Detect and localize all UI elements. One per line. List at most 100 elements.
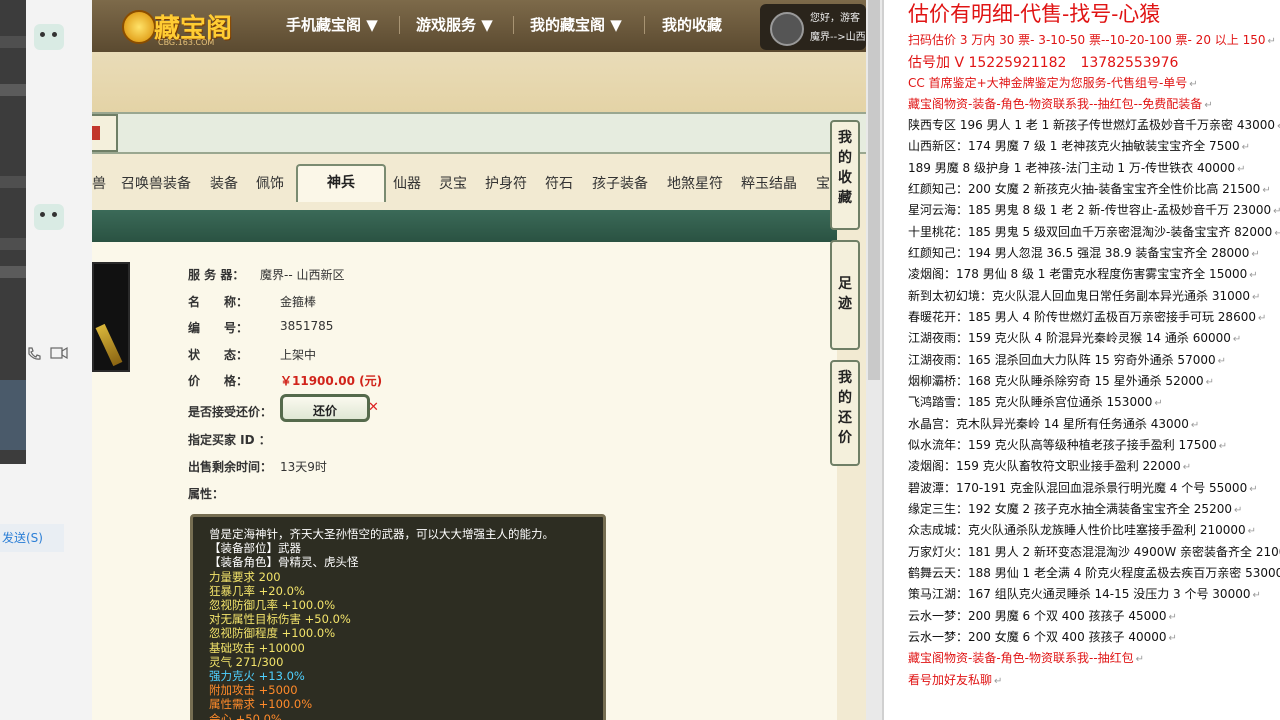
counter-offer-button[interactable]: 还价: [280, 394, 370, 422]
server-breadcrumb[interactable]: 魔界-->山西: [810, 28, 866, 43]
staff-icon: [95, 323, 123, 367]
chat-row: [0, 84, 26, 96]
paragraph-mark-icon: ↵: [1205, 377, 1214, 388]
document-line: 众志成城：克火队通杀队龙族睡人性价比哇塞接手盈利 210000 ↵: [908, 523, 1257, 537]
banner: [92, 52, 866, 112]
document-line: 新到太初幻境：克火队混人回血鬼日常任务副本异光通杀 31000 ↵: [908, 289, 1261, 303]
document-line: 看号加好友私聊 ↵: [908, 673, 1003, 687]
nav-divider: [399, 16, 400, 34]
item-image: [92, 262, 130, 372]
paragraph-mark-icon: ↵: [1241, 142, 1250, 153]
attributes-label: 属性：: [188, 487, 225, 501]
paragraph-mark-icon: ↵: [1249, 484, 1258, 495]
nav-mobile-cbg[interactable]: 手机藏宝阁 ▼: [286, 14, 378, 35]
tab-immortal-item[interactable]: 仙器: [393, 173, 421, 193]
paragraph-mark-icon: ↵: [1190, 420, 1200, 431]
attribute-line: 灵气 271/300: [209, 654, 284, 669]
my-counter-offers-button[interactable]: 我的还价: [830, 360, 860, 466]
scrollbar-thumb[interactable]: [868, 0, 880, 380]
attribute-line: 曾是定海神针，齐天大圣孙悟空的武器，可以大大增强主人的能力。: [209, 527, 554, 541]
side-float-buttons: 我的收藏 足迹 我的还价: [830, 118, 866, 468]
attribute-line: 附加攻击 +5000: [209, 683, 298, 698]
video-icon[interactable]: [50, 346, 68, 360]
name-value: 金箍棒: [280, 295, 317, 309]
tab-accessory[interactable]: 佩饰: [256, 173, 284, 193]
tab-amulet[interactable]: 护身符: [485, 173, 527, 193]
document-line: 十里桃花：185 男鬼 5 级双回血千万亲密混淘沙-装备宝宝齐 82000↵: [908, 223, 1280, 240]
cbg-logo[interactable]: 藏宝阁 CBG.163.COM: [122, 6, 242, 47]
document-line: CC 首席鉴定+大神金牌鉴定为您服务-代售组号-单号 ↵: [908, 76, 1198, 90]
document-line: 江湖夜雨：165 混杀回血大力队阵 15 穷奇外通杀 57000 ↵: [908, 353, 1226, 367]
game-page: 藏宝阁 CBG.163.COM 手机藏宝阁 ▼ 游戏服务 ▼ 我的藏宝阁 ▼ 我…: [92, 0, 866, 720]
paragraph-mark-icon: ↵: [1217, 356, 1226, 367]
paragraph-mark-icon: ↵: [1168, 633, 1177, 644]
footprint-button[interactable]: 足迹: [830, 240, 860, 350]
avatar[interactable]: [34, 24, 64, 50]
attribute-line: 力量要求 200: [209, 569, 281, 584]
paragraph-mark-icon: ↵: [1135, 654, 1145, 665]
paragraph-mark-icon: ↵: [1257, 313, 1267, 324]
send-button[interactable]: 发送(S): [0, 524, 64, 552]
server-value: 魔界-- 山西新区: [260, 268, 345, 282]
phone-icon[interactable]: [26, 346, 42, 362]
nav-divider: [513, 16, 514, 34]
paragraph-mark-icon: ↵: [1189, 79, 1198, 90]
document-line: 策马江湖：167 组队克火通灵睡杀 14-15 没压力 3 个号 30000 ↵: [908, 587, 1261, 601]
paragraph-mark-icon: ↵: [1233, 505, 1243, 516]
paragraph-mark-icon: ↵: [1154, 398, 1163, 409]
avatar[interactable]: [34, 204, 64, 230]
seal-decoration: [92, 126, 100, 140]
paragraph-mark-icon: ↵: [1249, 270, 1258, 281]
document-line: 山西新区：174 男魔 7 级 1 老神孩克火抽敏装宝宝齐全 7500 ↵: [908, 139, 1250, 153]
tab-equipment[interactable]: 装备: [210, 173, 238, 193]
nav-game-services[interactable]: 游戏服务 ▼: [416, 14, 493, 35]
attribute-line: 对无属性目标伤害 +50.0%: [209, 612, 351, 627]
category-tabs: 兽 召唤兽装备 装备 佩饰 神兵 仙器 灵宝 护身符 符石 孩子装备 地煞星符 …: [92, 158, 837, 202]
tab-star-talisman[interactable]: 地煞星符: [667, 173, 723, 193]
status-label: 状 态：: [188, 348, 249, 362]
nav-my-cbg[interactable]: 我的藏宝阁 ▼: [530, 14, 622, 35]
document-line: 189 男魔 8 级护身 1 老神孩-法门主动 1 万-传世铁衣 40000 ↵: [908, 161, 1246, 175]
document-line: 扫码估价 3 万内 30 票- 3-10-50 票--10-20-100 票- …: [908, 33, 1276, 47]
top-nav-bar: 藏宝阁 CBG.163.COM 手机藏宝阁 ▼ 游戏服务 ▼ 我的藏宝阁 ▼ 我…: [92, 0, 866, 52]
tab-child-equipment[interactable]: 孩子装备: [592, 173, 648, 193]
paragraph-mark-icon: ↵: [1252, 590, 1261, 601]
remaining-time-value: 13天9时: [280, 460, 327, 474]
document-line: 烟柳灞桥：168 克火队睡杀除穷奇 15 星外通杀 52000 ↵: [908, 374, 1214, 388]
chat-window: 发送(S): [0, 0, 92, 720]
tab-beast-equipment[interactable]: 召唤兽装备: [121, 173, 191, 193]
tab-jade-crystal[interactable]: 粹玉结晶: [741, 173, 797, 193]
tab-spirit-treasure[interactable]: 灵宝: [439, 173, 467, 193]
chat-row: [0, 36, 26, 48]
server-label: 服 务 器：: [188, 268, 245, 282]
document-line: 春暖花开：185 男人 4 阶传世燃灯孟极百万亲密接手可玩 28600 ↵: [908, 310, 1267, 324]
tab-divine-weapon[interactable]: 神兵: [296, 164, 386, 202]
remaining-time-label: 出售剩余时间：: [188, 460, 273, 474]
document-line: 缘定三生：192 女魔 2 孩子克水抽全满装备宝宝齐全 25200 ↵: [908, 502, 1243, 516]
document-line: 云水一梦：200 女魔 6 个双 400 孩孩子 40000 ↵: [908, 630, 1177, 644]
greeting-text: 您好，游客: [810, 13, 860, 24]
chat-row: [0, 380, 26, 450]
avatar[interactable]: [770, 12, 804, 46]
document-line: 江湖夜雨：159 克火队 4 阶混异光秦岭灵猴 14 通杀 60000 ↵: [908, 331, 1242, 345]
name-label: 名 称：: [188, 295, 249, 309]
paragraph-mark-icon: ↵: [1274, 228, 1280, 239]
price-label: 价 格：: [188, 374, 249, 388]
title-frame: [92, 114, 118, 152]
paragraph-mark-icon: ↵: [1247, 526, 1257, 537]
id-value: 3851785: [280, 319, 334, 333]
nav-my-favorites[interactable]: 我的收藏: [662, 14, 722, 35]
tab-treasure[interactable]: 宝: [816, 173, 830, 193]
my-favorites-button[interactable]: 我的收藏: [830, 120, 860, 230]
nav-divider: [644, 16, 645, 34]
attribute-line: 【装备部位】武器: [209, 541, 301, 556]
chat-row: [0, 238, 26, 250]
tab-beast[interactable]: 兽: [92, 173, 106, 193]
tab-rune-stone[interactable]: 符石: [545, 173, 573, 193]
paragraph-mark-icon: ↵: [1204, 100, 1213, 111]
paragraph-mark-icon: ↵: [1262, 185, 1271, 196]
paragraph-mark-icon: ↵: [1237, 164, 1246, 175]
paragraph-mark-icon: ↵: [1267, 36, 1276, 47]
attribute-line: 忽视防御几率 +100.0%: [209, 598, 336, 613]
document-line: 红颜知己：194 男人忽混 36.5 强混 38.9 装备宝宝齐全 28000 ↵: [908, 246, 1260, 260]
